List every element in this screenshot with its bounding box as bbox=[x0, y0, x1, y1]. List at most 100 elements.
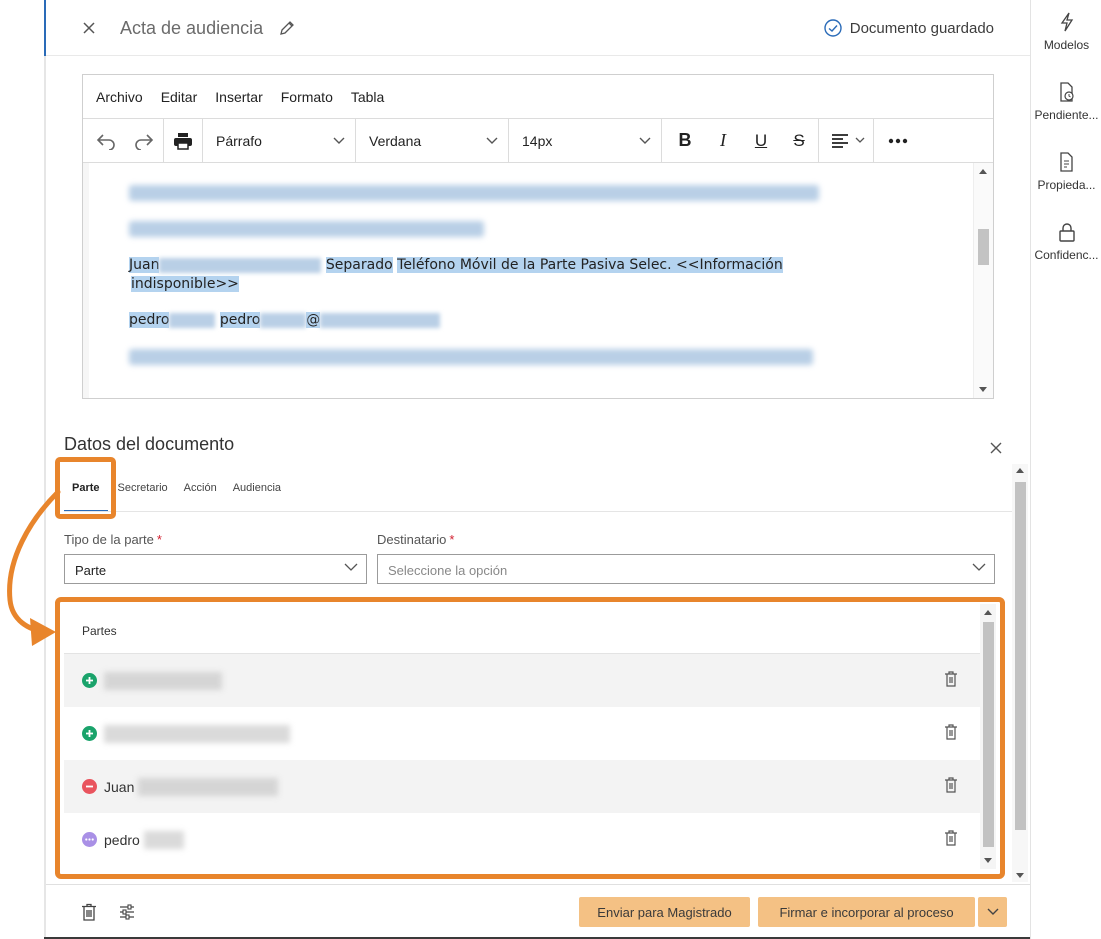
strikethrough-button[interactable]: S bbox=[780, 119, 818, 163]
close-icon[interactable] bbox=[78, 17, 100, 39]
chevron-down-icon bbox=[486, 137, 498, 144]
menu-formato[interactable]: Formato bbox=[281, 89, 333, 105]
content-at: @ bbox=[306, 312, 321, 328]
content-line-pedro: pedro pedro @ bbox=[129, 312, 441, 328]
document-header: Acta de audiencia Documento guardado bbox=[46, 0, 1030, 56]
close-icon[interactable] bbox=[986, 438, 1006, 458]
underline-button[interactable]: U bbox=[742, 119, 780, 163]
scroll-down-arrow[interactable] bbox=[1016, 873, 1024, 878]
content-field-placeholder-end: indisponible>> bbox=[131, 276, 239, 292]
content-pedro-2: pedro bbox=[219, 312, 261, 328]
content-pedro-1: pedro bbox=[129, 312, 170, 328]
more-icon bbox=[888, 138, 908, 144]
undo-button[interactable] bbox=[87, 119, 125, 163]
content-juan: Juan bbox=[129, 257, 160, 273]
panel-title: Datos del documento bbox=[64, 434, 235, 454]
trash-icon[interactable] bbox=[81, 903, 97, 921]
firmar-options-button[interactable] bbox=[978, 897, 1007, 927]
sidebar-item-modelos[interactable]: Modelos bbox=[1031, 12, 1101, 52]
tab-audiencia[interactable]: Audiencia bbox=[225, 474, 289, 512]
sidebar-item-propiedades[interactable]: Propieda... bbox=[1031, 152, 1101, 192]
footer-bar: Enviar para Magistrado Firmar e incorpor… bbox=[46, 884, 1030, 939]
right-sidebar: Modelos Pendiente... Propieda... Confide… bbox=[1030, 0, 1101, 939]
font-size-value: 14px bbox=[522, 132, 553, 149]
content-separado: Separado bbox=[325, 257, 393, 273]
menu-editar[interactable]: Editar bbox=[161, 89, 198, 105]
menu-archivo[interactable]: Archivo bbox=[96, 89, 143, 105]
tabs-divider bbox=[64, 511, 1014, 512]
blurred-text bbox=[129, 221, 484, 237]
chevron-down-icon bbox=[344, 563, 358, 571]
bold-icon: B bbox=[678, 130, 692, 150]
menu-insertar[interactable]: Insertar bbox=[215, 89, 262, 105]
blurred-text bbox=[159, 257, 322, 273]
font-size-select[interactable]: 14px bbox=[509, 119, 662, 162]
sidebar-item-label: Confidenc... bbox=[1034, 248, 1099, 262]
sidebar-item-pendientes[interactable]: Pendiente... bbox=[1031, 82, 1101, 122]
more-button[interactable] bbox=[874, 119, 922, 163]
print-icon bbox=[174, 132, 192, 150]
content-field-placeholder: Teléfono Móvil de la Parte Pasiva Selec.… bbox=[397, 257, 783, 273]
redo-button[interactable] bbox=[125, 119, 163, 163]
redo-icon bbox=[135, 133, 154, 150]
check-circle-icon bbox=[824, 19, 842, 37]
align-button[interactable] bbox=[831, 133, 865, 149]
chevron-down-icon bbox=[639, 137, 651, 144]
italic-button[interactable]: I bbox=[704, 119, 742, 163]
panel-scrollbar[interactable] bbox=[1012, 464, 1028, 882]
align-left-icon bbox=[832, 133, 848, 148]
underline-icon: U bbox=[754, 130, 768, 150]
blurred-text bbox=[169, 312, 216, 328]
enviar-magistrado-button[interactable]: Enviar para Magistrado bbox=[579, 897, 750, 927]
sidebar-item-label: Propieda... bbox=[1037, 178, 1096, 192]
destinatario-label: Destinatario * bbox=[377, 532, 454, 547]
editor-content[interactable]: Juan Separado Teléfono Móvil de la Parte… bbox=[83, 163, 993, 398]
editor-menubar: Archivo Editar Insertar Formato Tabla bbox=[83, 75, 993, 119]
scroll-down-arrow[interactable] bbox=[979, 387, 987, 392]
strikethrough-icon: S bbox=[793, 130, 805, 150]
content-line-indisponible: indisponible>> bbox=[131, 276, 239, 292]
italic-icon: I bbox=[720, 130, 726, 150]
blurred-text bbox=[129, 349, 813, 365]
editor-scroll-thumb[interactable] bbox=[978, 229, 989, 265]
sidebar-item-confidencial[interactable]: Confidenc... bbox=[1031, 222, 1101, 262]
print-button[interactable] bbox=[164, 119, 202, 163]
destinatario-label-text: Destinatario bbox=[377, 532, 447, 547]
font-family-select[interactable]: Verdana bbox=[356, 119, 509, 162]
block-format-select[interactable]: Párrafo bbox=[203, 119, 356, 162]
menu-tabla[interactable]: Tabla bbox=[351, 89, 384, 105]
tab-accion[interactable]: Acción bbox=[176, 474, 225, 512]
destinatario-dropdown[interactable]: Seleccione la opción bbox=[377, 554, 995, 584]
required-mark: * bbox=[449, 532, 455, 547]
document-title: Acta de audiencia bbox=[120, 18, 264, 38]
tab-secretario[interactable]: Secretario bbox=[108, 474, 176, 512]
required-mark: * bbox=[156, 532, 162, 547]
scroll-up-arrow[interactable] bbox=[979, 169, 987, 174]
editor-toolbar: Párrafo Verdana 14px B I U S bbox=[83, 119, 993, 163]
annotation-arrow bbox=[7, 489, 61, 646]
settings-sliders-icon[interactable] bbox=[119, 904, 135, 920]
pencil-icon[interactable] bbox=[278, 19, 296, 37]
lightning-icon bbox=[1060, 12, 1073, 32]
bold-button[interactable]: B bbox=[666, 119, 704, 163]
left-edge-divider bbox=[44, 0, 46, 939]
destinatario-placeholder: Seleccione la opción bbox=[388, 563, 508, 578]
properties-document-icon bbox=[1059, 152, 1073, 172]
scroll-up-arrow[interactable] bbox=[1016, 468, 1024, 473]
blurred-text bbox=[129, 185, 819, 201]
tipo-parte-dropdown[interactable]: Parte bbox=[64, 554, 367, 584]
blurred-text bbox=[320, 312, 441, 328]
panel-scroll-thumb[interactable] bbox=[1015, 482, 1026, 830]
saved-status: Documento guardado bbox=[824, 19, 994, 37]
chevron-down-icon bbox=[333, 137, 345, 144]
saved-status-label: Documento guardado bbox=[849, 19, 994, 37]
highlight-frame-partes bbox=[55, 597, 1005, 879]
chevron-down-icon bbox=[855, 137, 865, 143]
sidebar-item-label: Pendiente... bbox=[1034, 108, 1099, 122]
firmar-incorporar-button[interactable]: Firmar e incorporar al proceso bbox=[758, 897, 975, 927]
undo-icon bbox=[96, 133, 115, 150]
lock-icon bbox=[1058, 223, 1075, 242]
blurred-text bbox=[260, 312, 307, 328]
rich-text-editor: Archivo Editar Insertar Formato Tabla Pá… bbox=[82, 74, 994, 399]
editor-scrollbar[interactable] bbox=[973, 163, 993, 398]
